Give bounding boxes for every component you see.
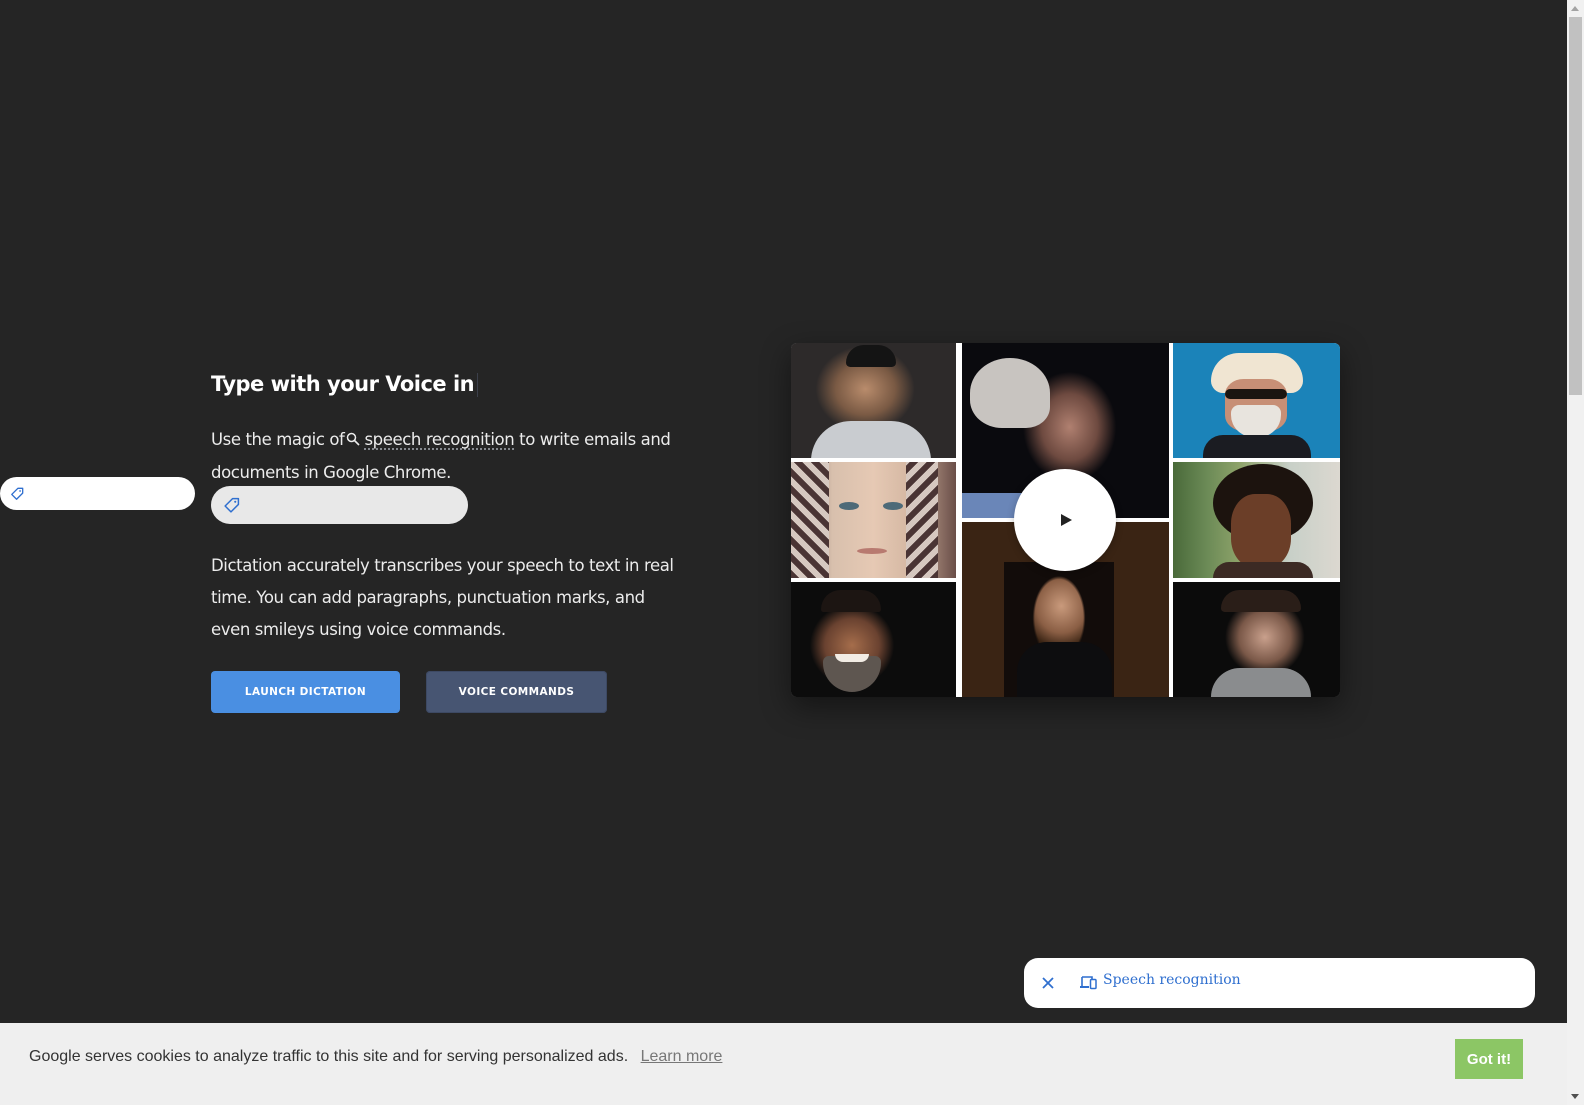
close-icon[interactable] [1040, 975, 1056, 991]
hero-title-text: Type with your Voice in [211, 372, 475, 396]
scroll-up-arrow-icon[interactable] [1567, 0, 1584, 17]
photo-3 [1173, 343, 1340, 458]
vertical-scrollbar[interactable] [1567, 0, 1584, 1105]
launch-dictation-button[interactable]: LAUNCH DICTATION [211, 671, 400, 713]
speech-recognition-label[interactable]: Speech recognition [1103, 972, 1241, 988]
tag-icon [10, 487, 24, 501]
hero-intro-text: Use the magic of [211, 430, 345, 449]
photo-6 [791, 582, 956, 697]
voice-commands-button[interactable]: VOICE COMMANDS [426, 671, 607, 713]
tag-input-left[interactable] [0, 477, 195, 510]
photo-8 [1173, 582, 1340, 697]
cookie-message: Google serves cookies to analyze traffic… [29, 1048, 722, 1066]
hero-title: Type with your Voice in [211, 372, 479, 397]
play-video-button[interactable] [1014, 469, 1116, 571]
hero-description: Dictation accurately transcribes your sp… [211, 556, 674, 639]
photo-1 [791, 343, 956, 458]
page: Type with your Voice in Use the magic of… [0, 0, 1567, 1105]
devices-icon [1080, 975, 1097, 990]
scrollbar-thumb[interactable] [1569, 17, 1582, 395]
accept-cookies-button[interactable]: Got it! [1455, 1039, 1523, 1079]
tag-input-main[interactable] [211, 486, 468, 524]
search-icon [347, 432, 361, 446]
speech-recognition-toast: Speech recognition [1024, 958, 1535, 1008]
photo-5 [1173, 462, 1340, 578]
hero-intro: Use the magic of speech recognition to wr… [211, 423, 681, 489]
play-icon [1061, 514, 1072, 526]
scroll-down-arrow-icon[interactable] [1567, 1088, 1584, 1105]
tag-icon [223, 497, 240, 514]
photo-4 [791, 462, 956, 578]
cookie-consent-bar: Google serves cookies to analyze traffic… [0, 1023, 1567, 1105]
learn-more-link[interactable]: Learn more [641, 1048, 723, 1065]
text-caret [477, 373, 479, 397]
speech-recognition-link[interactable]: speech recognition [364, 430, 514, 449]
cookie-message-text: Google serves cookies to analyze traffic… [29, 1048, 629, 1065]
